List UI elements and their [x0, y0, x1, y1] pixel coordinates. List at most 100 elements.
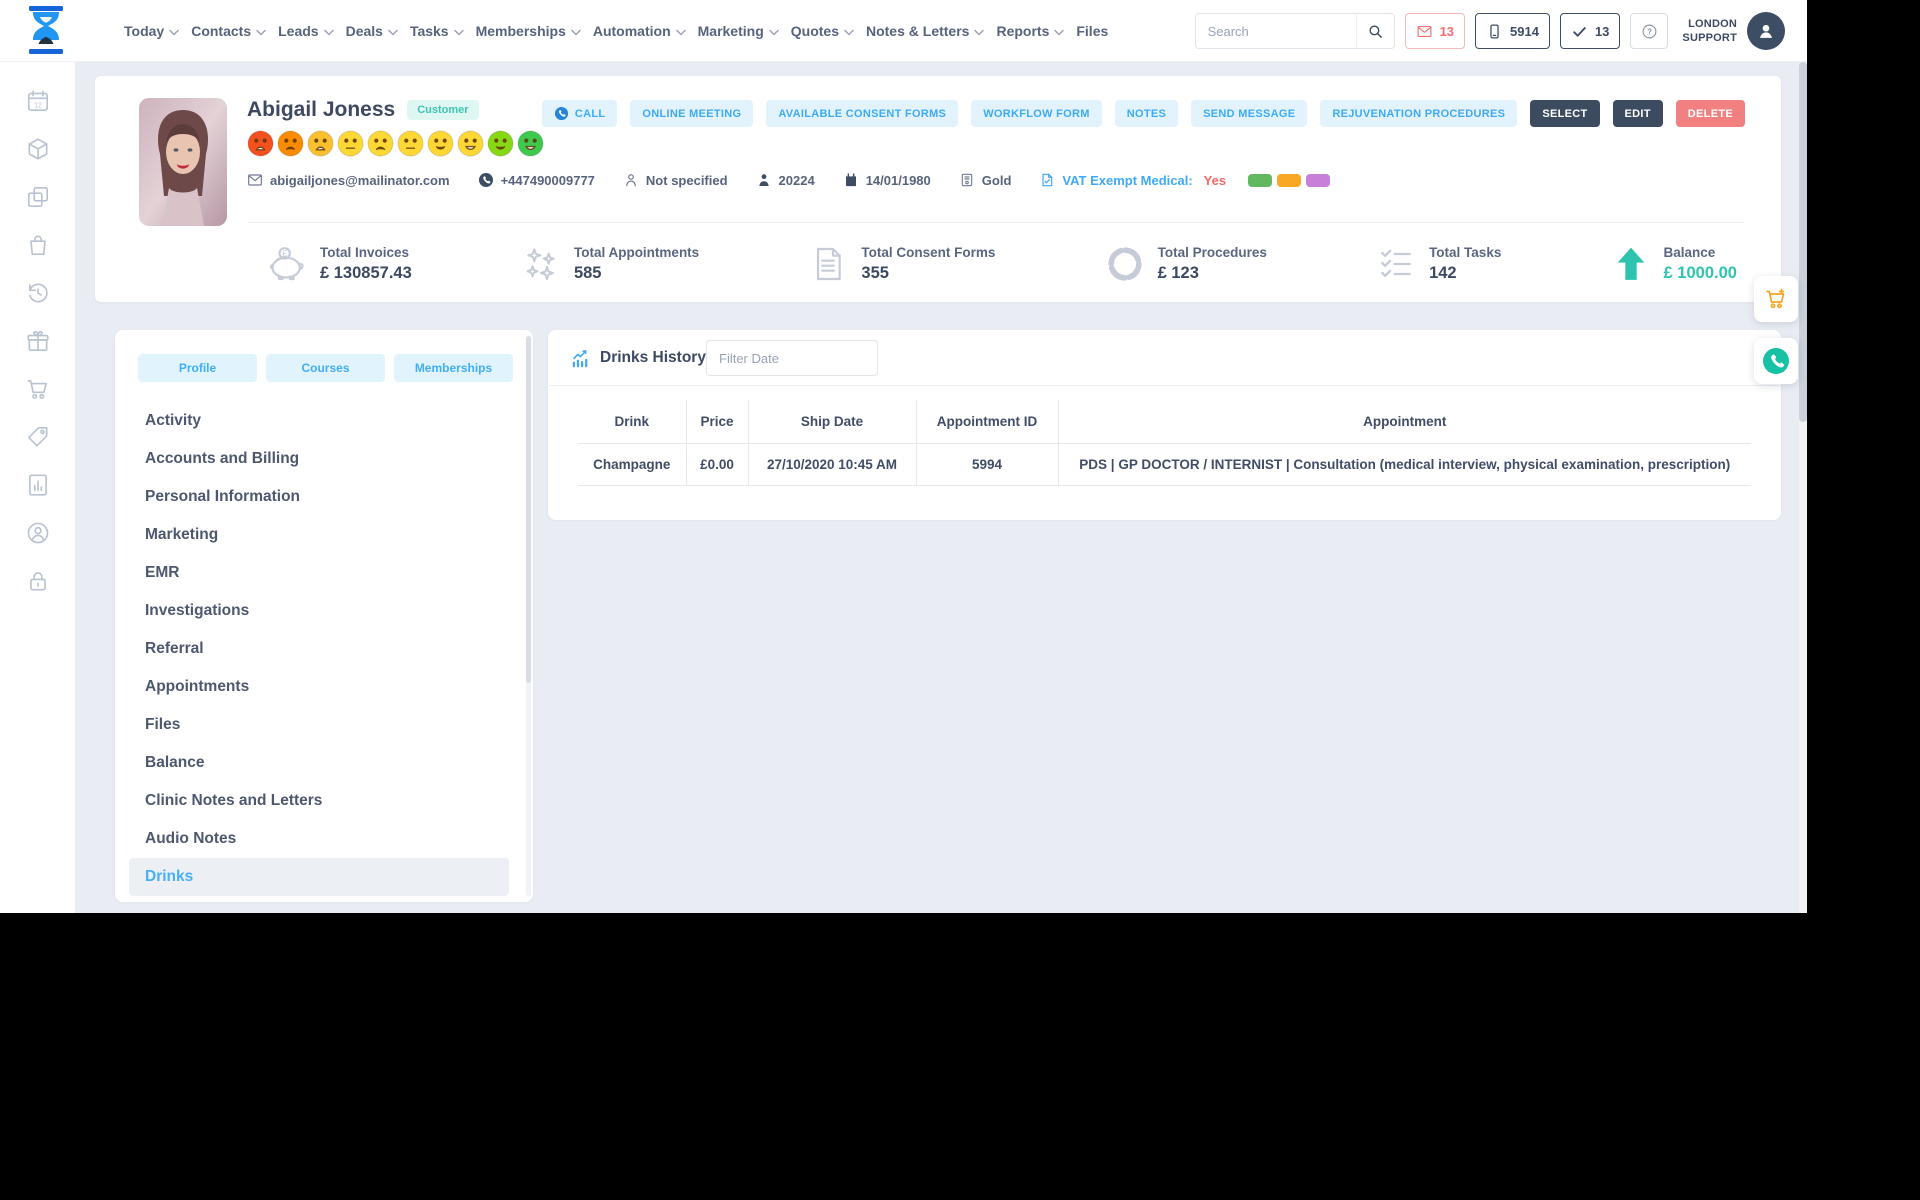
phone-badge[interactable]: 5914 — [1475, 13, 1550, 49]
online-meeting-button[interactable]: ONLINE MEETING — [630, 100, 754, 127]
sidebar-item-balance[interactable]: Balance — [115, 744, 523, 782]
sidebar-item-personal-information[interactable]: Personal Information — [115, 478, 523, 516]
search-icon[interactable] — [1355, 14, 1394, 48]
svg-text:?: ? — [1647, 27, 1652, 36]
tasks-done-badge[interactable]: 13 — [1559, 13, 1621, 49]
stat-value: 585 — [573, 264, 602, 282]
gift-icon[interactable] — [25, 328, 51, 354]
price-tag-icon[interactable] — [25, 424, 51, 450]
nav-item-deals[interactable]: Deals — [346, 23, 398, 39]
mobile-icon — [1486, 23, 1503, 40]
client-email[interactable]: abigailjones@mailinator.com — [247, 172, 450, 188]
client-photo[interactable] — [139, 98, 227, 226]
rejuvenation-procedures-button[interactable]: REJUVENATION PROCEDURES — [1320, 100, 1518, 127]
tab-profile[interactable]: Profile — [138, 354, 257, 382]
table-row[interactable]: Champagne £0.00 27/10/2020 10:45 AM 5994 PDS… — [578, 443, 1751, 486]
stat-label: Total Tasks — [1429, 245, 1502, 260]
cell-appointment: PDS | GP DOCTOR / INTERNIST | Consultati… — [1058, 443, 1751, 486]
help-button[interactable]: ? — [1630, 13, 1669, 49]
report-file-icon[interactable] — [25, 472, 51, 498]
stat-label: Total Invoices — [320, 245, 410, 260]
nav-item-today[interactable]: Today — [124, 23, 179, 39]
mood-face-1[interactable] — [247, 130, 274, 157]
check-icon — [1571, 23, 1588, 40]
floating-whatsapp-button[interactable] — [1754, 338, 1798, 384]
history-icon[interactable] — [25, 280, 51, 306]
column-header-ship-date: Ship Date — [748, 400, 917, 444]
client-contact-row: abigailjones@mailinator.com +44749000977… — [247, 172, 1331, 188]
nav-item-notes-letters[interactable]: Notes & Letters — [866, 23, 985, 39]
cart-icon[interactable] — [25, 376, 51, 402]
tab-courses[interactable]: Courses — [266, 354, 385, 382]
mood-face-2[interactable] — [277, 130, 304, 157]
edit-button[interactable]: EDIT — [1612, 100, 1663, 127]
panel-scrollbar[interactable] — [526, 336, 531, 896]
nav-item-quotes[interactable]: Quotes — [791, 23, 854, 39]
tab-memberships[interactable]: Memberships — [394, 354, 513, 382]
stat-value: £ 1000.00 — [1663, 264, 1737, 282]
sidebar-item-drinks[interactable]: Drinks — [129, 858, 509, 896]
color-swatch-1[interactable] — [1248, 173, 1273, 187]
sidebar-item-activity[interactable]: Activity — [115, 402, 523, 440]
mood-face-3[interactable] — [307, 130, 334, 157]
floating-cart-button[interactable] — [1754, 276, 1798, 322]
mood-face-7[interactable] — [427, 130, 454, 157]
mood-face-10[interactable] — [517, 130, 544, 157]
messages-badge[interactable]: 13 — [1404, 13, 1466, 49]
lock-icon[interactable] — [25, 568, 51, 594]
page-scrollbar[interactable] — [1799, 62, 1807, 913]
call-button[interactable]: CALL — [541, 100, 618, 127]
filter-date-input[interactable] — [706, 340, 878, 376]
drinks-history-title: Drinks History — [600, 349, 706, 366]
sidebar-item-emr[interactable]: EMR — [115, 554, 523, 592]
sidebar-item-accounts-and-billing[interactable]: Accounts and Billing — [115, 440, 523, 478]
nav-item-leads[interactable]: Leads — [278, 23, 334, 39]
sidebar-item-clinic-notes-and-letters[interactable]: Clinic Notes and Letters — [115, 782, 523, 820]
cube-icon[interactable] — [25, 136, 51, 162]
call-icon — [554, 106, 569, 121]
mood-face-6[interactable] — [397, 130, 424, 157]
sidebar-item-marketing[interactable]: Marketing — [115, 516, 523, 554]
sidebar-item-audio-notes[interactable]: Audio Notes — [115, 820, 523, 858]
nav-item-label: Files — [1076, 23, 1109, 39]
nav-item-automation[interactable]: Automation — [593, 23, 686, 39]
copy-icon[interactable] — [25, 184, 51, 210]
chevron-down-icon — [571, 29, 581, 36]
client-header-card: Abigail Joness Customer abigailjones@mai… — [95, 76, 1781, 302]
mood-face-4[interactable] — [337, 130, 364, 157]
done-count: 13 — [1594, 23, 1610, 39]
color-swatch-3[interactable] — [1306, 173, 1331, 187]
sidebar-item-files[interactable]: Files — [115, 706, 523, 744]
user-avatar[interactable] — [1747, 12, 1785, 50]
nav-item-marketing[interactable]: Marketing — [698, 23, 779, 39]
sidebar-item-investigations[interactable]: Investigations — [115, 592, 523, 630]
column-header-appointment-id: Appointment ID — [916, 400, 1059, 444]
cell-appointment-id: 5994 — [916, 443, 1059, 486]
search-input[interactable] — [1195, 23, 1356, 39]
delete-button[interactable]: DELETE — [1675, 100, 1745, 127]
calendar-date-icon[interactable]: 12 — [25, 88, 51, 114]
nav-item-tasks[interactable]: Tasks — [410, 23, 464, 39]
nav-item-memberships[interactable]: Memberships — [476, 23, 581, 39]
available-consent-forms-button[interactable]: AVAILABLE CONSENT FORMS — [766, 100, 959, 127]
nav-item-files[interactable]: Files — [1076, 23, 1108, 39]
notes-button[interactable]: NOTES — [1114, 100, 1179, 127]
sidebar-item-appointments[interactable]: Appointments — [115, 668, 523, 706]
select-button[interactable]: SELECT — [1530, 100, 1600, 127]
mood-face-9[interactable] — [487, 130, 514, 157]
nav-menu: Today Contacts Leads Deals Tasks Memberships A… — [124, 0, 1108, 62]
mood-face-5[interactable] — [367, 130, 394, 157]
sidebar-item-referral[interactable]: Referral — [115, 630, 523, 668]
shopping-bag-icon[interactable] — [25, 232, 51, 258]
workflow-form-button[interactable]: WORKFLOW FORM — [971, 100, 1102, 127]
nav-item-reports[interactable]: Reports — [996, 23, 1065, 39]
drinks-table: Drink Price Ship Date Appointment ID Appoint… — [578, 400, 1751, 486]
mood-face-8[interactable] — [457, 130, 484, 157]
nav-item-contacts[interactable]: Contacts — [191, 23, 266, 39]
app-logo-hourglass-icon[interactable] — [20, 4, 72, 58]
user-circle-icon[interactable] — [25, 520, 51, 546]
color-swatch-2[interactable] — [1277, 173, 1302, 187]
stat-value: £ 130857.43 — [320, 264, 412, 282]
send-message-button[interactable]: SEND MESSAGE — [1191, 100, 1308, 127]
client-phone[interactable]: +447490009777 — [478, 172, 595, 188]
